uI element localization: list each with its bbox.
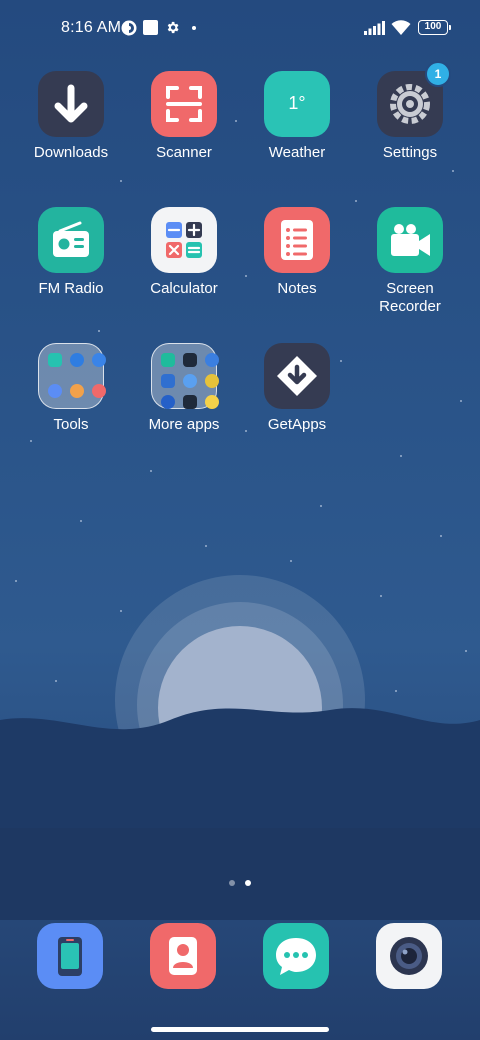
dock-contacts[interactable] [150, 923, 216, 989]
star [30, 440, 32, 442]
star [98, 330, 100, 332]
app-icon [161, 353, 175, 367]
dock-messages[interactable] [263, 923, 329, 989]
wifi-icon [391, 20, 411, 35]
gesture-bar[interactable] [151, 1027, 329, 1032]
home-screen: 8:16 AM 100 Downloads Scanner 1° Weather… [0, 0, 480, 1040]
app-fm-radio[interactable]: FM Radio [15, 207, 127, 298]
app-icon [183, 374, 197, 388]
camera-icon [390, 937, 428, 975]
folder-icon [38, 343, 106, 409]
facebook-icon [183, 353, 197, 367]
folder-tools[interactable]: Tools [15, 343, 127, 434]
star [150, 470, 152, 472]
app-settings[interactable]: 1 Settings [354, 61, 466, 162]
page-dot[interactable] [229, 880, 235, 886]
dot-icon [192, 26, 196, 30]
messages-icon [276, 938, 316, 975]
star [452, 170, 454, 172]
download-icon [38, 71, 104, 137]
star [460, 400, 462, 402]
app-label: Weather [268, 144, 326, 161]
app-icon [161, 395, 175, 409]
notification-app-icon [121, 20, 137, 36]
mail-app-icon [48, 353, 62, 367]
location-app-icon [48, 384, 62, 398]
square-notification-icon [143, 20, 158, 35]
notes-icon [264, 207, 330, 273]
calculator-icon [151, 207, 217, 273]
scan-icon [151, 71, 217, 137]
gear-icon: 1 [377, 61, 451, 137]
star [355, 200, 357, 202]
linkedin-icon [161, 374, 175, 388]
notification-badge: 1 [425, 61, 451, 87]
app-screen-recorder[interactable]: Screen Recorder [354, 207, 466, 316]
compass-red-app-icon [92, 384, 106, 398]
page-dot-active[interactable] [245, 880, 251, 886]
video-camera-icon [377, 207, 443, 273]
phone-icon [58, 937, 82, 976]
compass-app-icon [92, 353, 106, 367]
app-label: Settings [382, 144, 438, 161]
app-icon [183, 395, 197, 409]
app-label: Downloads [33, 144, 109, 161]
app-label: More apps [148, 416, 220, 433]
wallpaper-landscape [0, 575, 480, 920]
battery-level: 100 [424, 21, 442, 32]
dock-camera[interactable] [376, 923, 442, 989]
app-label: Notes [277, 280, 317, 297]
radio-icon [38, 207, 104, 273]
folder-more-apps[interactable]: More apps [128, 343, 240, 434]
weather-icon: 1° [264, 71, 330, 137]
app-icon [205, 374, 219, 388]
app-label: FM Radio [38, 280, 104, 297]
signal-icon [364, 21, 385, 35]
app-label-line1: Screen [386, 280, 434, 297]
clock-app-icon [70, 384, 84, 398]
status-bar: 8:16 AM 100 [0, 0, 480, 56]
folder-icon [151, 343, 219, 409]
clock: 8:16 AM [61, 19, 122, 36]
app-getapps[interactable]: GetApps [241, 343, 353, 434]
weather-temperature: 1° [288, 93, 306, 113]
star [205, 545, 207, 547]
app-label: GetApps [267, 416, 327, 433]
star [80, 520, 82, 522]
star [120, 180, 122, 182]
star [400, 455, 402, 457]
star [320, 505, 322, 507]
app-label: Calculator [150, 280, 218, 297]
app-downloads[interactable]: Downloads [15, 71, 127, 162]
getapps-icon [264, 343, 330, 409]
app-label: Scanner [156, 144, 212, 161]
browser-app-icon [70, 353, 84, 367]
contacts-icon [169, 937, 197, 975]
dock-phone[interactable] [37, 923, 103, 989]
star [440, 535, 442, 537]
gear-icon [167, 21, 179, 34]
app-icon [205, 395, 219, 409]
app-calculator[interactable]: Calculator [128, 207, 240, 298]
app-icon [205, 353, 219, 367]
battery-icon: 100 [418, 20, 451, 35]
app-notes[interactable]: Notes [241, 207, 353, 298]
app-scanner[interactable]: Scanner [128, 71, 240, 162]
app-label: Tools [53, 416, 89, 433]
app-weather[interactable]: 1° Weather [241, 71, 353, 162]
app-label-line2: Recorder [379, 298, 441, 315]
